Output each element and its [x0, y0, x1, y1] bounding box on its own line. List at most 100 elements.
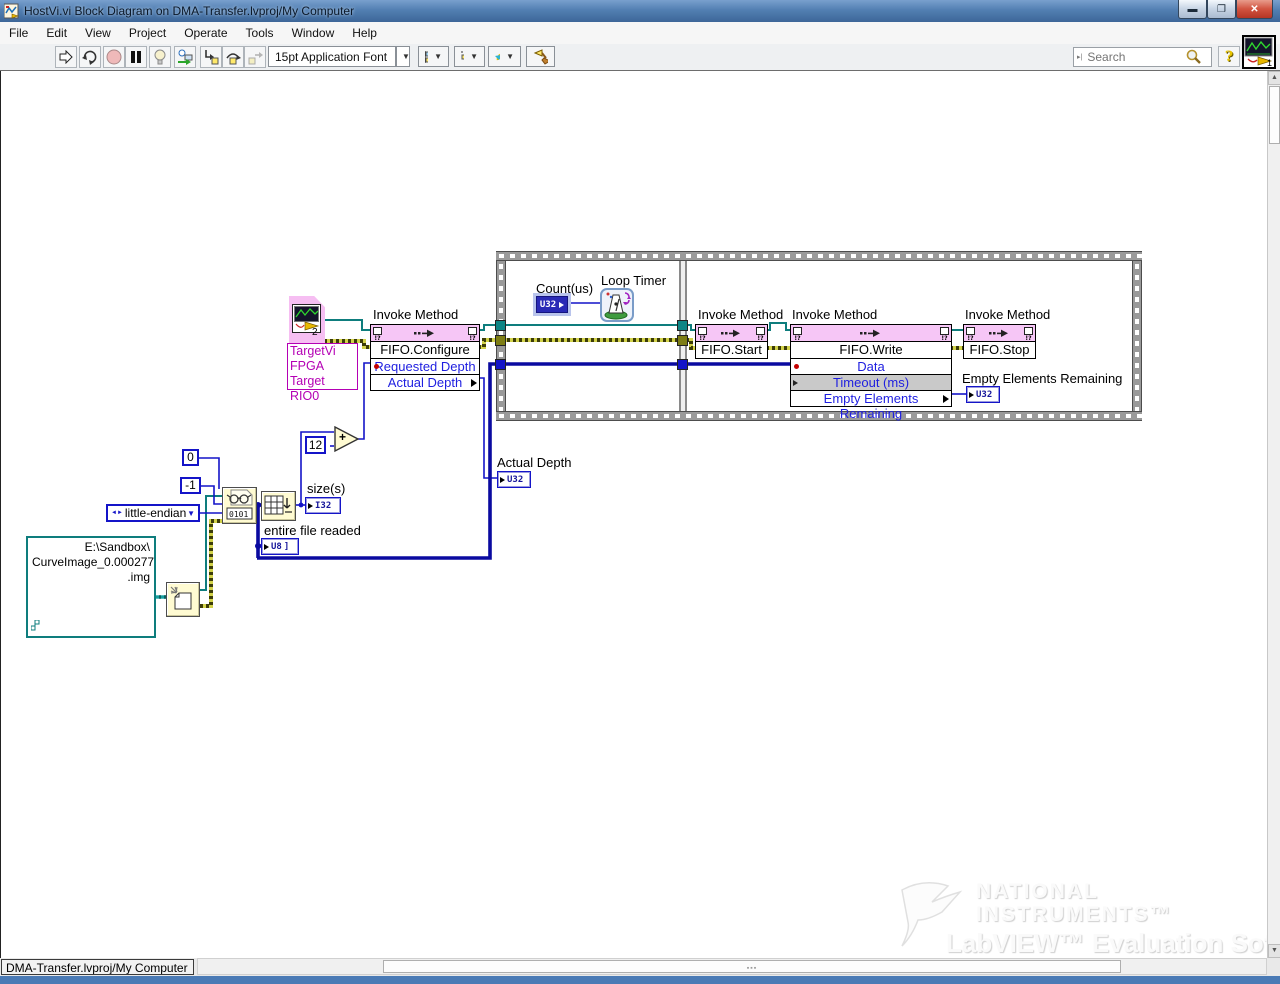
pause-button[interactable]	[125, 46, 147, 68]
output-terminal-arrow	[943, 394, 949, 403]
scroll-up-arrow[interactable]: ▲	[1268, 71, 1280, 85]
svg-text:0101: 0101	[229, 510, 248, 519]
sequence-border-top[interactable]	[496, 251, 1142, 261]
sizes-indicator[interactable]: I32	[305, 497, 341, 514]
execution-target-context[interactable]: DMA-Transfer.lvproj/My Computer	[1, 959, 194, 975]
tunnel-error-left[interactable]	[495, 335, 506, 346]
menu-operate[interactable]: Operate	[175, 23, 236, 44]
watermark-labview: LabVIEW™ Evaluation Software	[946, 928, 1280, 958]
retain-wire-values-button[interactable]	[174, 46, 196, 68]
tunnel-array-divider[interactable]	[677, 359, 688, 370]
reorder-objects-button[interactable]: ▼	[488, 46, 521, 67]
invoke-method-label-write: Invoke Method	[792, 307, 878, 322]
horizontal-scrollbar[interactable]: ▪▪▪	[197, 958, 1267, 975]
tunnel-array-left[interactable]	[495, 359, 506, 370]
invoke-method-name[interactable]: FIFO.Stop	[964, 342, 1035, 358]
scroll-grip-dots: ▪▪▪	[746, 965, 758, 972]
run-button[interactable]	[55, 46, 77, 68]
help-button[interactable]: ?	[1218, 46, 1240, 67]
enum-inc-dec-icon[interactable]: ◄►	[111, 510, 123, 516]
fpga-target-label[interactable]: TargetVi FPGA Target RIO0	[287, 343, 358, 403]
menu-help[interactable]: Help	[343, 23, 386, 44]
step-out-button[interactable]	[244, 46, 266, 68]
invoke-method-name[interactable]: FIFO.Configure	[371, 342, 479, 359]
abort-button[interactable]	[103, 46, 125, 68]
reorder-objects-icon	[495, 53, 501, 60]
loop-timer-label: Loop Timer	[601, 273, 667, 288]
align-objects-icon	[425, 50, 429, 63]
invoke-param-empty-elements[interactable]: Empty Elements Remaining	[791, 391, 951, 421]
menu-project[interactable]: Project	[120, 23, 175, 44]
sequence-border-bottom[interactable]	[496, 411, 1142, 421]
invoke-node-header: !? !?	[964, 325, 1035, 342]
entire-file-indicator[interactable]: U8]	[261, 538, 299, 555]
maximize-button[interactable]: ❐	[1207, 0, 1236, 19]
font-selector[interactable]: 15pt Application Font	[268, 46, 396, 67]
menu-window[interactable]: Window	[283, 23, 344, 44]
step-over-button[interactable]	[222, 46, 244, 68]
menu-file[interactable]: File	[0, 23, 37, 44]
open-file-function[interactable]	[166, 582, 200, 617]
invoke-node-fifo-write[interactable]: !? !? FIFO.Write Data Timeout (ms) Empty…	[790, 324, 952, 421]
endian-enum-constant[interactable]: ◄► little-endian ▼	[106, 504, 200, 522]
align-objects-button[interactable]: ▼	[418, 46, 449, 67]
reference-out-glyph: !?	[1023, 325, 1034, 342]
endian-enum-value: little-endian	[124, 506, 187, 520]
vertical-scroll-thumb[interactable]	[1269, 86, 1280, 144]
actual-depth-indicator[interactable]: U32	[497, 471, 531, 488]
search-icon	[1187, 49, 1202, 64]
empty-elements-label: Empty Elements Remaining	[962, 371, 1123, 386]
invoke-method-name[interactable]: FIFO.Start	[696, 342, 767, 358]
tunnel-ref-left[interactable]	[495, 320, 506, 331]
invoke-node-fifo-stop[interactable]: !? !? FIFO.Stop	[963, 324, 1036, 359]
close-button[interactable]: ✕	[1236, 0, 1273, 19]
minimize-button[interactable]: ▬	[1178, 0, 1207, 19]
open-file-icon	[170, 586, 192, 610]
indicator-in-arrow	[500, 476, 505, 483]
horizontal-scroll-thumb[interactable]: ▪▪▪	[383, 960, 1121, 973]
run-continuous-button[interactable]	[79, 46, 101, 68]
highlight-execution-button[interactable]	[149, 46, 171, 68]
scroll-down-arrow[interactable]: ▼	[1268, 944, 1280, 958]
sequence-border-right[interactable]	[1132, 261, 1142, 411]
invoke-method-name[interactable]: FIFO.Write	[791, 342, 951, 359]
invoke-param-timeout[interactable]: Timeout (ms)	[791, 375, 951, 391]
menu-tools[interactable]: Tools	[237, 23, 283, 44]
tunnel-error-divider[interactable]	[677, 335, 688, 346]
search-box[interactable]: ▸|	[1073, 47, 1212, 67]
step-over-icon	[226, 53, 241, 65]
read-binary-file-function[interactable]: 0101	[222, 487, 257, 524]
menu-edit[interactable]: Edit	[37, 23, 76, 44]
invoke-param-data[interactable]: Data	[791, 359, 951, 375]
invoke-node-header: !? !?	[791, 325, 951, 342]
cleanup-diagram-button[interactable]	[526, 46, 555, 67]
reference-out-glyph: !?	[755, 325, 766, 342]
constant-twelve[interactable]: 12	[305, 436, 326, 454]
constant-minus-one[interactable]: -1	[180, 477, 201, 494]
search-input[interactable]	[1085, 49, 1186, 65]
step-into-button[interactable]	[200, 46, 222, 68]
vertical-scrollbar[interactable]: ▲ ▼	[1267, 71, 1280, 958]
invoke-param-actual-depth[interactable]: Actual Depth	[371, 375, 479, 390]
menu-view[interactable]: View	[76, 23, 120, 44]
pause-icon	[131, 51, 141, 63]
indicator-in-arrow	[264, 543, 269, 550]
invoke-arrow-icon	[414, 329, 434, 337]
distribute-objects-button[interactable]: ▼	[454, 46, 485, 67]
svg-text:1: 1	[1267, 58, 1272, 67]
empty-elements-indicator[interactable]: U32	[966, 386, 1000, 403]
vi-icon[interactable]: 1	[1242, 35, 1276, 69]
tunnel-ref-divider[interactable]	[677, 320, 688, 331]
invoke-param-requested-depth[interactable]: Requested Depth	[371, 359, 479, 375]
file-path-constant[interactable]: E:\Sandbox\ CurveImage_0.000277 .img	[26, 536, 156, 638]
font-selector-arrow[interactable]: ▼	[396, 46, 410, 67]
toolbar: 15pt Application Font ▼ ▼ ▼ ▼ ▸| ?	[0, 44, 1280, 71]
enum-dropdown-icon[interactable]: ▼	[187, 509, 195, 518]
count-us-constant[interactable]: U32	[536, 296, 568, 313]
array-size-function[interactable]	[261, 491, 296, 521]
loop-timer-node[interactable]	[600, 288, 634, 322]
invoke-node-fifo-start[interactable]: !? !? FIFO.Start	[695, 324, 768, 359]
constant-zero[interactable]: 0	[182, 449, 199, 466]
search-history-arrow[interactable]: ▸|	[1074, 53, 1085, 61]
invoke-node-fifo-configure[interactable]: !? !? FIFO.Configure Requested Depth Act…	[370, 324, 480, 391]
